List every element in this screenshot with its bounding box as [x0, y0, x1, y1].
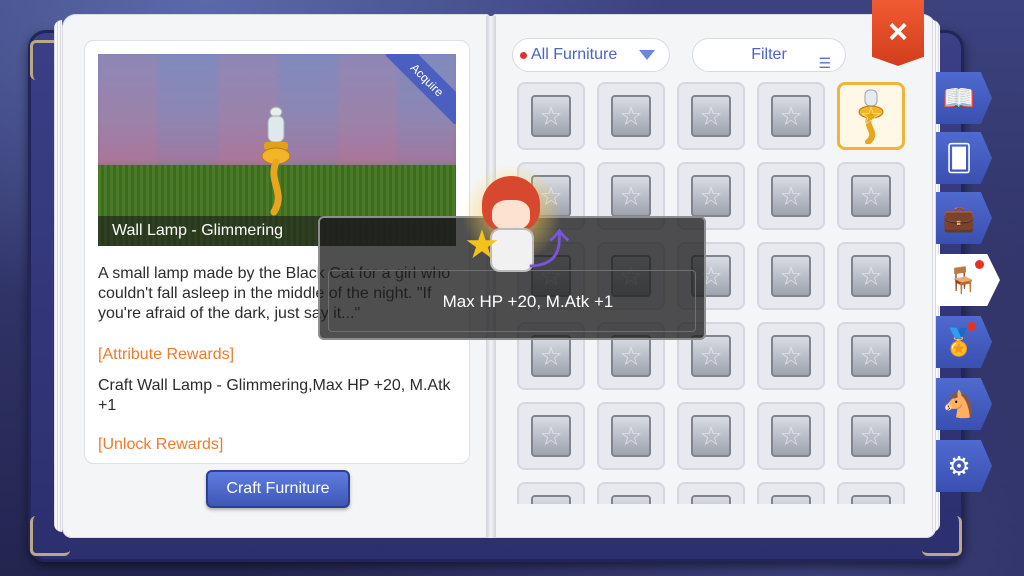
slot-star-icon: ☆	[619, 340, 643, 371]
category-dropdown-label: All Furniture	[531, 46, 618, 63]
slot-star-icon: ☆	[779, 501, 802, 505]
furniture-slot-item-27[interactable]: ☆	[597, 482, 665, 504]
furniture-slot-item-26[interactable]: ☆	[517, 482, 585, 504]
slot-star-icon: ☆	[699, 340, 723, 371]
star-icon: ★	[464, 223, 500, 267]
slot-star-icon: ☆	[619, 100, 643, 131]
triangle-down-icon	[639, 50, 655, 60]
furniture-slot-dining-table[interactable]: ☆	[757, 82, 825, 150]
craft-furniture-button[interactable]: Craft Furniture	[206, 470, 350, 508]
briefcase-icon: 💼	[942, 202, 976, 233]
armchair-icon: 🪑	[946, 264, 980, 295]
acquire-label: Acquire	[386, 54, 456, 124]
furniture-slot-cupboard[interactable]: ☆	[757, 402, 825, 470]
slot-star-icon: ☆	[699, 100, 723, 131]
rocking-horse-icon: 🐴	[942, 388, 976, 419]
furniture-slot-item-28[interactable]: ☆	[677, 482, 745, 504]
furniture-slot-item-29[interactable]: ☆	[757, 482, 825, 504]
slot-star-icon: ☆	[699, 180, 723, 211]
emblem-icon: ⚙	[947, 450, 971, 481]
side-tab-emblem[interactable]: ⚙	[936, 440, 992, 492]
slot-star-icon: ☆	[859, 180, 883, 211]
attribute-rewards-title: [Attribute Rewards]	[98, 346, 235, 363]
slot-star-icon: ☆	[859, 501, 882, 505]
notification-badge	[967, 322, 976, 331]
slot-star-icon: ☆	[699, 420, 723, 451]
furniture-slot-ornate-wardrobe[interactable]: ☆	[757, 242, 825, 310]
furniture-slot-fireplace[interactable]: ☆	[837, 162, 905, 230]
side-tab-briefcase[interactable]: 💼	[936, 192, 992, 244]
filter-button[interactable]: Filter ☰	[692, 38, 846, 72]
furniture-slot-cabinet[interactable]: ☆	[517, 82, 585, 150]
wall-lamp-icon	[261, 106, 291, 216]
slot-star-icon: ☆	[779, 260, 803, 291]
medal-icon: 🏅	[942, 326, 976, 357]
acquire-ribbon: Acquire	[386, 54, 456, 124]
side-tab-rocking-horse[interactable]: 🐴	[936, 378, 992, 430]
furniture-slot-study-desk[interactable]: ☆	[757, 322, 825, 390]
up-arrow-icon: ⤴	[528, 226, 571, 273]
furniture-slot-item-30[interactable]: ☆	[837, 482, 905, 504]
slot-star-icon: ☆	[859, 340, 883, 371]
furniture-slot-side-table[interactable]: ☆	[677, 402, 745, 470]
furniture-slot-canopy-bed[interactable]: ☆	[837, 322, 905, 390]
slot-star-icon: ☆	[619, 180, 643, 211]
close-button[interactable]: ×	[872, 0, 924, 66]
furniture-slot-counter[interactable]: ☆	[597, 402, 665, 470]
side-tab-armchair[interactable]: 🪑	[936, 254, 1000, 306]
slot-star-icon: ☆	[619, 420, 643, 451]
card-icon: 🂠	[945, 142, 973, 173]
slot-star-icon: ☆	[539, 501, 562, 505]
slot-star-icon: ☆	[859, 420, 883, 451]
slot-star-icon: ☆	[699, 501, 722, 505]
category-dropdown[interactable]: All Furniture	[512, 38, 670, 72]
furniture-slot-armchair[interactable]: ☆	[677, 82, 745, 150]
notification-badge	[975, 260, 984, 269]
slot-star-icon: ☆	[779, 420, 803, 451]
slot-star-icon: ☆	[779, 340, 803, 371]
attribute-rewards-text: Craft Wall Lamp - Glimmering,Max HP +20,…	[98, 377, 451, 414]
new-dot-icon	[520, 52, 527, 59]
tooltip-text: Max HP +20, M.Atk +1	[442, 292, 614, 311]
furniture-slot-shelf[interactable]: ☆	[517, 402, 585, 470]
side-tab-book[interactable]: 📖	[936, 72, 992, 124]
furniture-slot-dining-set[interactable]: ☆	[837, 402, 905, 470]
sort-filter-icon: ☰	[818, 55, 831, 71]
book-icon: 📖	[942, 82, 976, 113]
furniture-slot-wall-lamp[interactable]: ☆	[837, 82, 905, 150]
slot-star-icon: ☆	[539, 340, 563, 371]
page-edges-left	[54, 20, 62, 532]
slot-star-icon: ☆	[619, 501, 642, 505]
side-tab-medal[interactable]: 🏅	[936, 316, 992, 368]
character-stat-up-icon: ★ ⤴	[462, 164, 570, 278]
slot-star-icon: ☆	[859, 100, 883, 131]
slot-star-icon: ☆	[539, 100, 563, 131]
unlock-rewards-title: [Unlock Rewards]	[98, 436, 224, 453]
slot-star-icon: ☆	[859, 260, 883, 291]
furniture-slot-dresser[interactable]: ☆	[837, 242, 905, 310]
slot-star-icon: ☆	[779, 100, 803, 131]
side-tab-card[interactable]: 🂠	[936, 132, 992, 184]
furniture-slot-folding-screen[interactable]: ☆	[757, 162, 825, 230]
slot-star-icon: ☆	[779, 180, 803, 211]
filter-label: Filter	[751, 46, 787, 63]
slot-star-icon: ☆	[539, 420, 563, 451]
furniture-slot-stove[interactable]: ☆	[597, 82, 665, 150]
